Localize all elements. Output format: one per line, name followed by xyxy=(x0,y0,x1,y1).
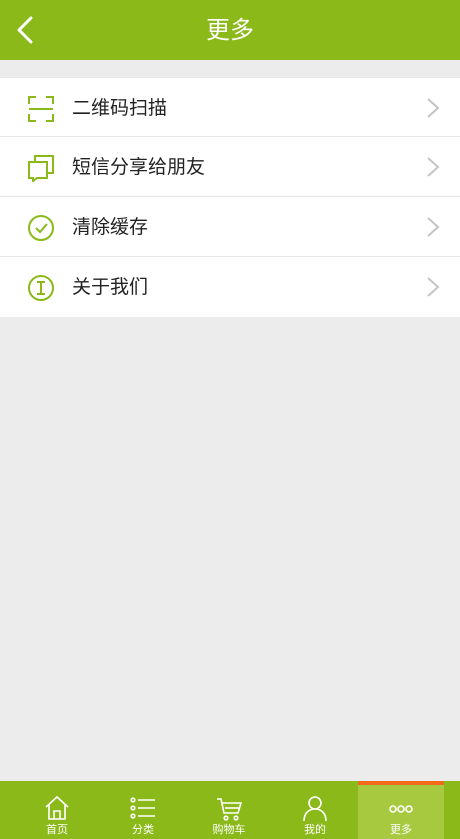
tab-label: 分类 xyxy=(132,823,154,836)
user-icon xyxy=(300,793,330,823)
bottom-tab-bar: 首页 分类 购物车 我的 更多 xyxy=(0,781,460,839)
menu-item-label: 关于我们 xyxy=(72,276,149,298)
chevron-right-icon xyxy=(427,277,440,297)
tab-more[interactable]: 更多 xyxy=(358,781,444,839)
tab-bar-spacer xyxy=(444,781,460,839)
check-circle-icon xyxy=(26,213,56,243)
menu-item-about-us[interactable]: 关于我们 xyxy=(0,257,460,317)
cart-icon xyxy=(214,793,244,823)
share-icon xyxy=(26,153,56,183)
info-icon xyxy=(26,273,56,303)
qr-scan-icon xyxy=(26,94,56,124)
home-icon xyxy=(42,793,72,823)
menu-item-label: 清除缓存 xyxy=(72,216,149,238)
chevron-right-icon xyxy=(427,157,440,177)
header: 更多 xyxy=(0,0,460,60)
tab-home[interactable]: 首页 xyxy=(14,781,100,839)
tab-label: 购物车 xyxy=(212,823,246,836)
tab-label: 更多 xyxy=(390,823,412,836)
menu-item-clear-cache[interactable]: 清除缓存 xyxy=(0,197,460,257)
tab-cart[interactable]: 购物车 xyxy=(186,781,272,839)
tab-category[interactable]: 分类 xyxy=(100,781,186,839)
tab-label: 首页 xyxy=(46,823,68,836)
list-icon xyxy=(128,793,158,823)
chevron-right-icon xyxy=(427,217,440,237)
menu-item-label: 短信分享给朋友 xyxy=(72,156,206,178)
menu-item-label: 二维码扫描 xyxy=(72,97,168,119)
menu-item-sms-share[interactable]: 短信分享给朋友 xyxy=(0,137,460,197)
page-title: 更多 xyxy=(206,16,254,44)
tab-profile[interactable]: 我的 xyxy=(272,781,358,839)
menu-list: 二维码扫描 短信分享给朋友 清除缓存 关于我们 xyxy=(0,77,460,317)
tab-label: 我的 xyxy=(304,823,326,836)
chevron-right-icon xyxy=(427,98,440,118)
more-icon xyxy=(386,793,416,823)
menu-item-qr-scan[interactable]: 二维码扫描 xyxy=(0,77,460,137)
